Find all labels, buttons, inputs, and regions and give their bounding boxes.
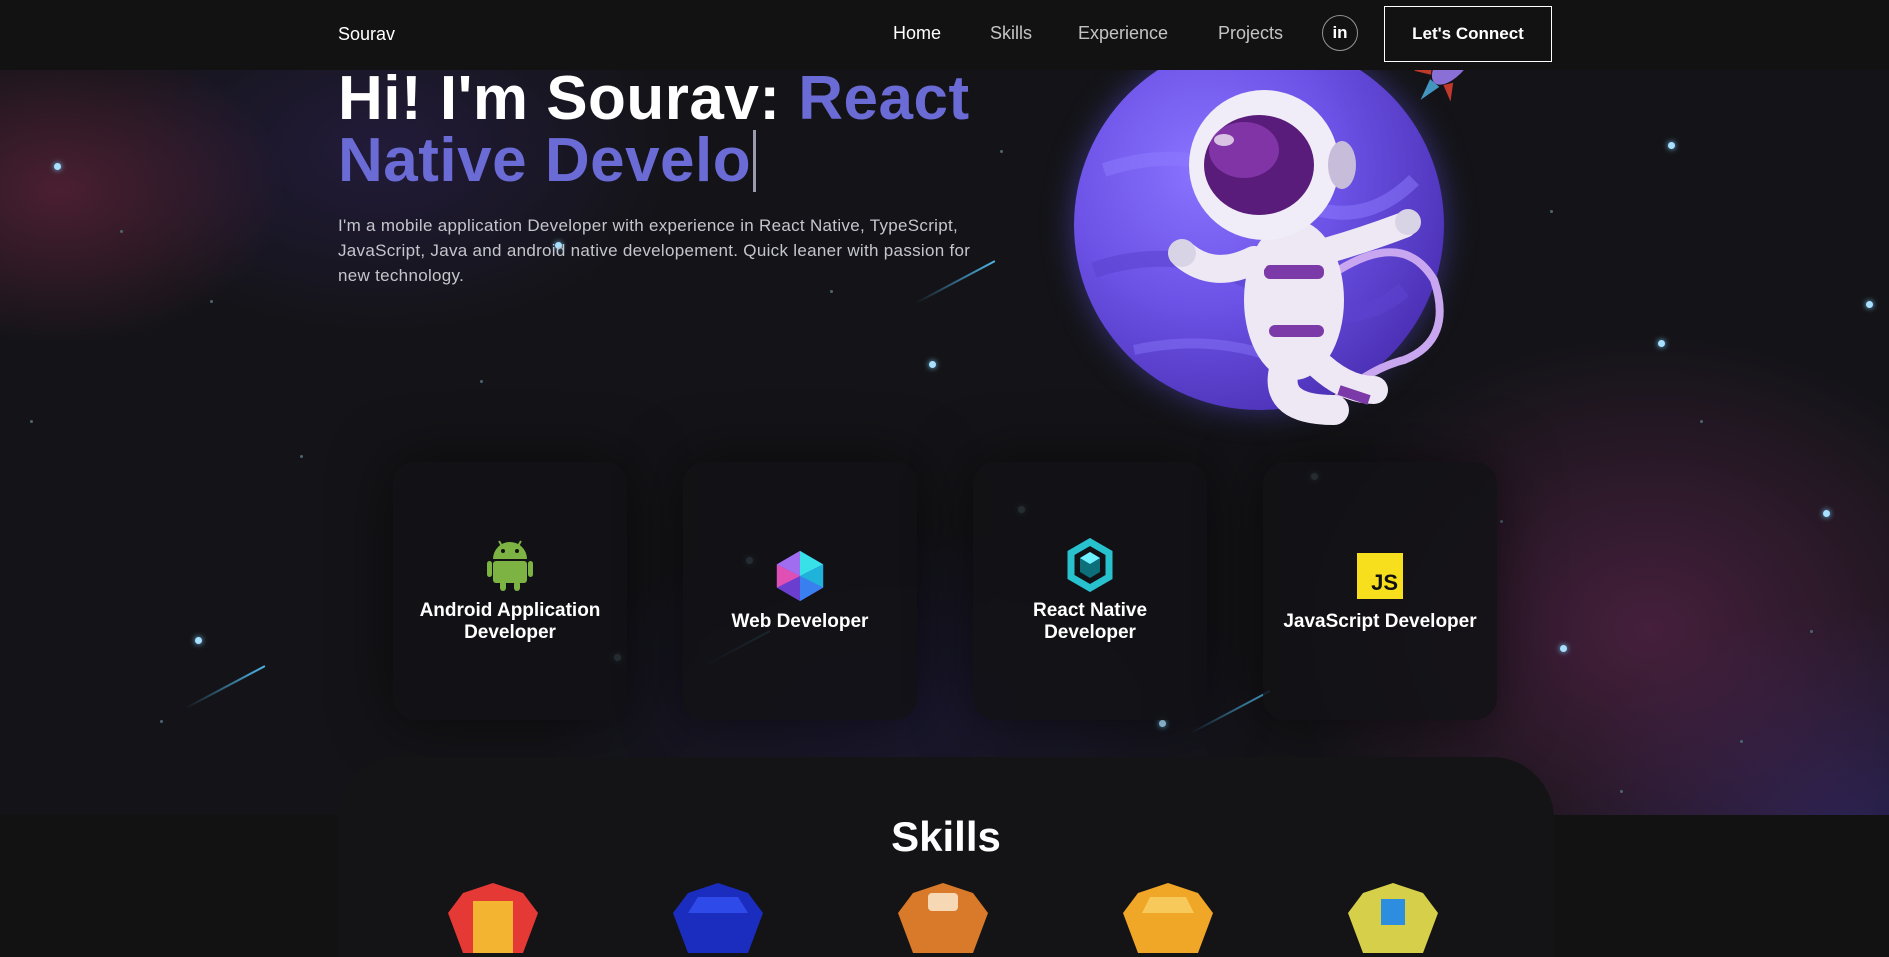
hero-description: I'm a mobile application Developer with … [338,216,971,285]
hero-greeting: Hi! I'm Sourav: [338,64,781,133]
red-cube-icon [448,883,538,953]
service-card-javascript: JS JavaScript Developer [1263,462,1497,720]
nav-link-experience[interactable]: Experience [1078,23,1168,44]
gem-icon [773,549,827,603]
nav-link-skills[interactable]: Skills [990,23,1032,44]
javascript-icon: JS [1353,549,1407,603]
service-title-android: Android Application Developer [419,600,601,643]
nav-link-projects[interactable]: Projects [1218,23,1283,44]
yellow-cube-icon [1123,883,1213,953]
skills-title: Skills [891,813,1001,860]
android-icon [483,538,537,592]
navbar: Sourav Home Skills Experience Projects i… [0,0,1889,70]
orange-cube-icon [898,883,988,953]
brand-logo[interactable]: Sourav [338,24,395,45]
service-card-android: Android Application Developer [393,462,627,720]
astronaut-illustration [1091,50,1477,425]
service-card-react-native: React Native Developer [973,462,1207,720]
skills-section: Skills [338,757,1554,957]
lets-connect-button[interactable]: Let's Connect [1384,6,1552,62]
hero-title: Hi! I'm Sourav: React Native Develo [338,68,1038,192]
service-card-web: Web Developer [683,462,917,720]
service-title-javascript: JavaScript Developer [1283,611,1477,632]
service-title-react-native: React Native Developer [1032,600,1148,643]
nav-link-home[interactable]: Home [893,23,941,44]
service-title-web: Web Developer [731,611,869,632]
typing-caret [753,130,757,192]
linkedin-icon[interactable]: in [1322,15,1358,51]
javascript-badge: JS [1357,553,1403,599]
blue-cube-icon [673,883,763,953]
react-native-icon [1063,538,1117,592]
lime-cube-icon [1348,883,1438,953]
